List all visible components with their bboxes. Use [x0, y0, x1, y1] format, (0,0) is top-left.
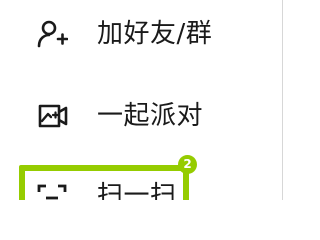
menu-item-party[interactable]: 一起派对: [0, 92, 282, 140]
menu-item-label: 一起派对: [97, 101, 204, 131]
panel-divider: [282, 0, 294, 200]
highlight-frame: [19, 165, 189, 200]
menu-item-label: 加好友/群: [97, 19, 213, 49]
step-badge: 2: [178, 155, 197, 174]
party-icon: [36, 100, 68, 132]
menu-item-add-friend[interactable]: 加好友/群: [0, 10, 282, 58]
add-friend-icon: [36, 18, 69, 50]
add-menu-panel: 加好友/群 一起派对 扫一扫 2: [0, 0, 294, 200]
